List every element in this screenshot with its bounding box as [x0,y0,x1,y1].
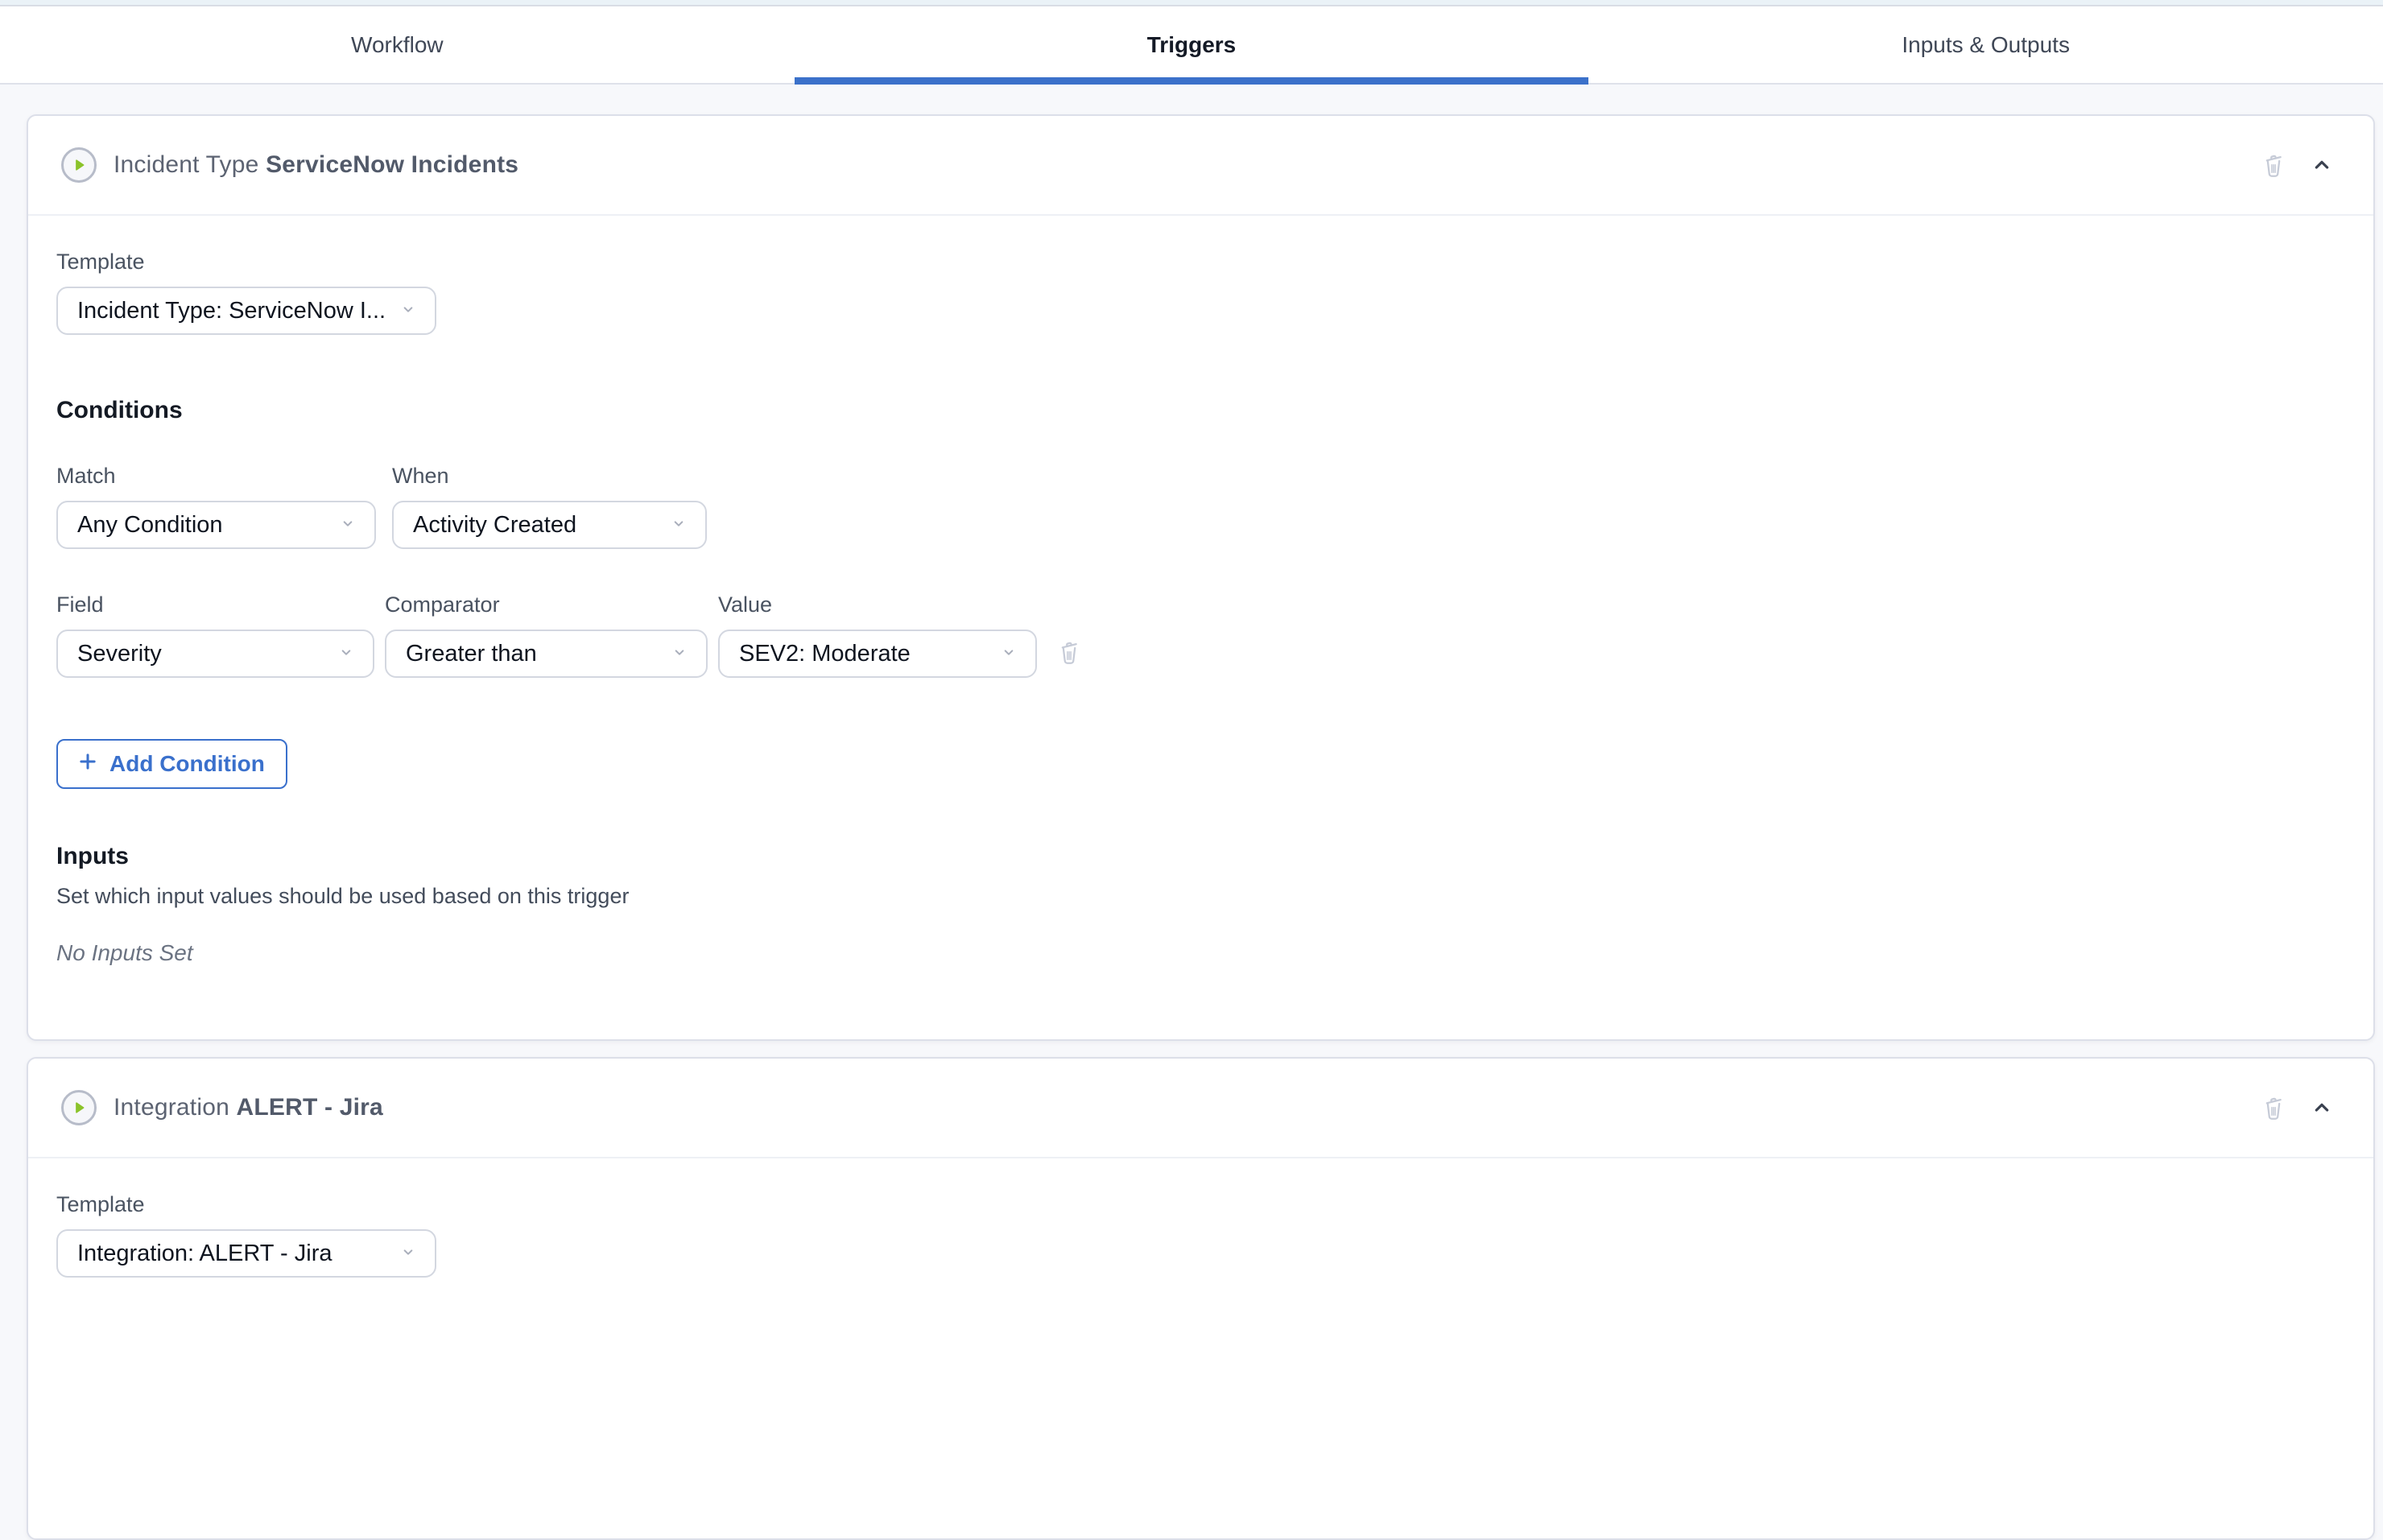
conditions-heading: Conditions [56,396,2335,425]
play-icon [61,147,97,183]
trigger-card-integration: Integration ALERT - Jira [27,1057,2375,1540]
trigger-card-body: Template Incident Type: ServiceNow I... … [28,216,2373,1039]
trash-icon [2259,150,2288,181]
field-select-value: Severity [77,641,162,667]
comparator-select-value: Greater than [406,641,537,667]
trigger-card-incident-type: Incident Type ServiceNow Incidents [27,114,2375,1041]
template-select[interactable]: Integration: ALERT - Jira [56,1229,436,1278]
chevron-down-icon [337,513,358,538]
comparator-label: Comparator [385,591,708,618]
tab-inputs-outputs-label: Inputs & Outputs [1902,32,2070,58]
collapse-trigger-button[interactable] [2309,1094,2335,1122]
template-group: Template Incident Type: ServiceNow I... [56,248,2335,335]
add-condition-button[interactable]: Add Condition [56,739,287,789]
when-group: When Activity Created [392,462,707,549]
value-group: Value SEV2: Moderate [718,591,1037,678]
match-when-row: Match Any Condition When Activity Create… [56,462,2335,549]
tab-triggers[interactable]: Triggers [795,6,1589,83]
template-label: Template [56,1191,2335,1218]
tab-bar: Workflow Triggers Inputs & Outputs [0,6,2383,85]
add-condition-label: Add Condition [109,751,265,777]
trigger-type-label: Integration [114,1094,229,1121]
chevron-down-icon [998,642,1019,667]
trigger-card-body: Template Integration: ALERT - Jira [28,1158,2373,1350]
inputs-heading: Inputs [56,842,2335,871]
top-strip [0,0,2383,6]
condition-actions [1055,637,1084,668]
template-select-value: Integration: ALERT - Jira [77,1241,332,1267]
chevron-up-icon [2309,151,2335,180]
chevron-down-icon [398,1241,419,1266]
header-actions [2259,1092,2335,1124]
trigger-type-label: Incident Type [114,151,259,178]
match-select[interactable]: Any Condition [56,501,376,549]
delete-trigger-button[interactable] [2259,1092,2288,1124]
chevron-up-icon [2309,1094,2335,1122]
value-select-value: SEV2: Moderate [739,641,911,667]
trigger-title: Integration ALERT - Jira [114,1094,383,1121]
header-actions [2259,150,2335,181]
when-select-value: Activity Created [413,512,576,539]
match-select-value: Any Condition [77,512,223,539]
tab-workflow-label: Workflow [351,32,444,58]
trigger-card-header: Incident Type ServiceNow Incidents [28,116,2373,216]
trash-icon [2259,1092,2288,1124]
value-label: Value [718,591,1037,618]
plus-icon [76,749,100,779]
match-group: Match Any Condition [56,462,376,549]
value-select[interactable]: SEV2: Moderate [718,630,1037,678]
comparator-group: Comparator Greater than [385,591,708,678]
when-select[interactable]: Activity Created [392,501,707,549]
delete-trigger-button[interactable] [2259,150,2288,181]
chevron-down-icon [336,642,357,667]
trigger-card-header: Integration ALERT - Jira [28,1059,2373,1158]
when-label: When [392,462,707,489]
field-select[interactable]: Severity [56,630,374,678]
chevron-down-icon [398,299,419,324]
template-group: Template Integration: ALERT - Jira [56,1191,2335,1278]
trigger-name: ALERT - Jira [237,1094,383,1121]
tab-workflow[interactable]: Workflow [0,6,795,83]
trigger-name: ServiceNow Incidents [266,151,518,178]
chevron-down-icon [668,513,689,538]
chevron-down-icon [669,642,690,667]
delete-condition-button[interactable] [1055,637,1084,668]
workflow-editor-page: Workflow Triggers Inputs & Outputs Incid… [0,0,2383,1332]
triggers-panel: Incident Type ServiceNow Incidents [0,85,2383,1540]
condition-row: Field Severity Comparator Greater than [56,591,2335,678]
play-icon [61,1090,97,1125]
comparator-select[interactable]: Greater than [385,630,708,678]
collapse-trigger-button[interactable] [2309,151,2335,180]
field-group: Field Severity [56,591,374,678]
trigger-title: Incident Type ServiceNow Incidents [114,151,518,179]
inputs-empty-state: No Inputs Set [56,939,2335,967]
template-select[interactable]: Incident Type: ServiceNow I... [56,287,436,335]
tab-inputs-outputs[interactable]: Inputs & Outputs [1588,6,2383,83]
template-label: Template [56,248,2335,275]
template-select-value: Incident Type: ServiceNow I... [77,298,386,324]
field-label: Field [56,591,374,618]
trash-icon [1055,637,1084,668]
inputs-description: Set which input values should be used ba… [56,882,2335,910]
match-label: Match [56,462,376,489]
tab-triggers-label: Triggers [1147,32,1236,58]
